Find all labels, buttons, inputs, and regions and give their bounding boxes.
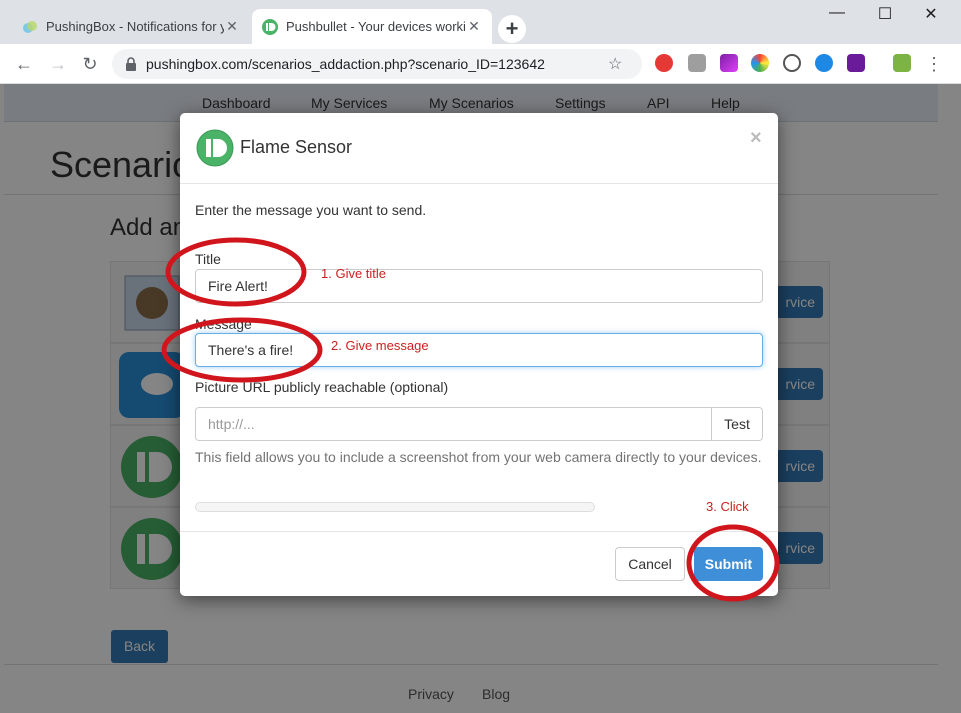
magnifier-extension-icon[interactable] bbox=[783, 54, 801, 72]
tab-close-icon[interactable]: ✕ bbox=[466, 18, 482, 35]
upload-progress-bar bbox=[195, 502, 595, 512]
annotation-step-3: 3. Click bbox=[706, 499, 749, 514]
purple-extension-icon[interactable] bbox=[847, 54, 865, 72]
bookmark-star-icon[interactable]: ☆ bbox=[608, 54, 632, 74]
green-extension-icon[interactable] bbox=[893, 54, 911, 72]
adblock-extension-icon[interactable] bbox=[655, 54, 673, 72]
new-tab-button[interactable]: + bbox=[498, 15, 526, 43]
cancel-button[interactable]: Cancel bbox=[615, 547, 685, 581]
picture-url-label: Picture URL publicly reachable (optional… bbox=[195, 379, 449, 395]
message-input[interactable]: There's a fire! bbox=[195, 333, 763, 367]
back-arrow-icon[interactable]: ← bbox=[12, 52, 36, 76]
pen-extension-icon[interactable] bbox=[720, 54, 738, 72]
maximize-icon[interactable]: ☐ bbox=[862, 4, 908, 24]
minimize-icon[interactable]: — bbox=[814, 4, 860, 22]
message-label: Message bbox=[195, 316, 252, 332]
address-bar[interactable]: pushingbox.com/scenarios_addaction.php?s… bbox=[112, 49, 642, 79]
tab-close-icon[interactable]: ✕ bbox=[224, 18, 240, 35]
dialog-header: Flame Sensor × bbox=[180, 113, 778, 184]
flame-sensor-dialog: Flame Sensor × Enter the message you wan… bbox=[180, 113, 778, 596]
annotation-step-1: 1. Give title bbox=[321, 266, 387, 281]
window-close-icon[interactable]: ✕ bbox=[908, 4, 954, 24]
tab-pushingbox[interactable]: PushingBox - Notifications for your ✕ bbox=[12, 9, 250, 44]
color-picker-extension-icon[interactable] bbox=[751, 54, 769, 72]
tab-pushbullet[interactable]: Pushbullet - Your devices working ✕ bbox=[252, 9, 492, 44]
test-button[interactable]: Test bbox=[711, 407, 763, 441]
title-label: Title bbox=[195, 251, 221, 267]
circle-extension-icon[interactable] bbox=[815, 54, 833, 72]
picture-help-text: This field allows you to include a scree… bbox=[195, 449, 762, 465]
url-text: pushingbox.com/scenarios_addaction.php?s… bbox=[146, 56, 545, 72]
title-input[interactable]: Fire Alert! bbox=[195, 269, 763, 303]
dialog-intro-text: Enter the message you want to send. bbox=[195, 202, 427, 218]
pushbullet-favicon-icon bbox=[262, 18, 278, 35]
browser-menu-icon[interactable]: ⋮ bbox=[922, 52, 946, 76]
browser-toolbar: ← → ↻ pushingbox.com/scenarios_addaction… bbox=[0, 44, 961, 84]
lock-icon bbox=[126, 57, 136, 71]
browser-tab-bar: PushingBox - Notifications for your ✕ Pu… bbox=[0, 0, 961, 44]
forward-arrow-icon[interactable]: → bbox=[46, 52, 70, 76]
submit-button[interactable]: Submit bbox=[694, 547, 763, 581]
reload-icon[interactable]: ↻ bbox=[78, 52, 102, 76]
dialog-title: Flame Sensor bbox=[240, 137, 353, 157]
tab-title: PushingBox - Notifications for your bbox=[46, 19, 224, 34]
tab-title: Pushbullet - Your devices working bbox=[286, 19, 466, 34]
css-extension-icon[interactable] bbox=[688, 54, 706, 72]
pushbullet-logo-icon bbox=[196, 129, 234, 167]
picture-url-input[interactable]: http://... bbox=[195, 407, 712, 441]
annotation-step-2: 2. Give message bbox=[331, 338, 429, 353]
dialog-close-icon[interactable]: × bbox=[750, 127, 762, 150]
dialog-footer-divider bbox=[180, 531, 778, 532]
pushingbox-favicon-icon bbox=[23, 20, 37, 33]
